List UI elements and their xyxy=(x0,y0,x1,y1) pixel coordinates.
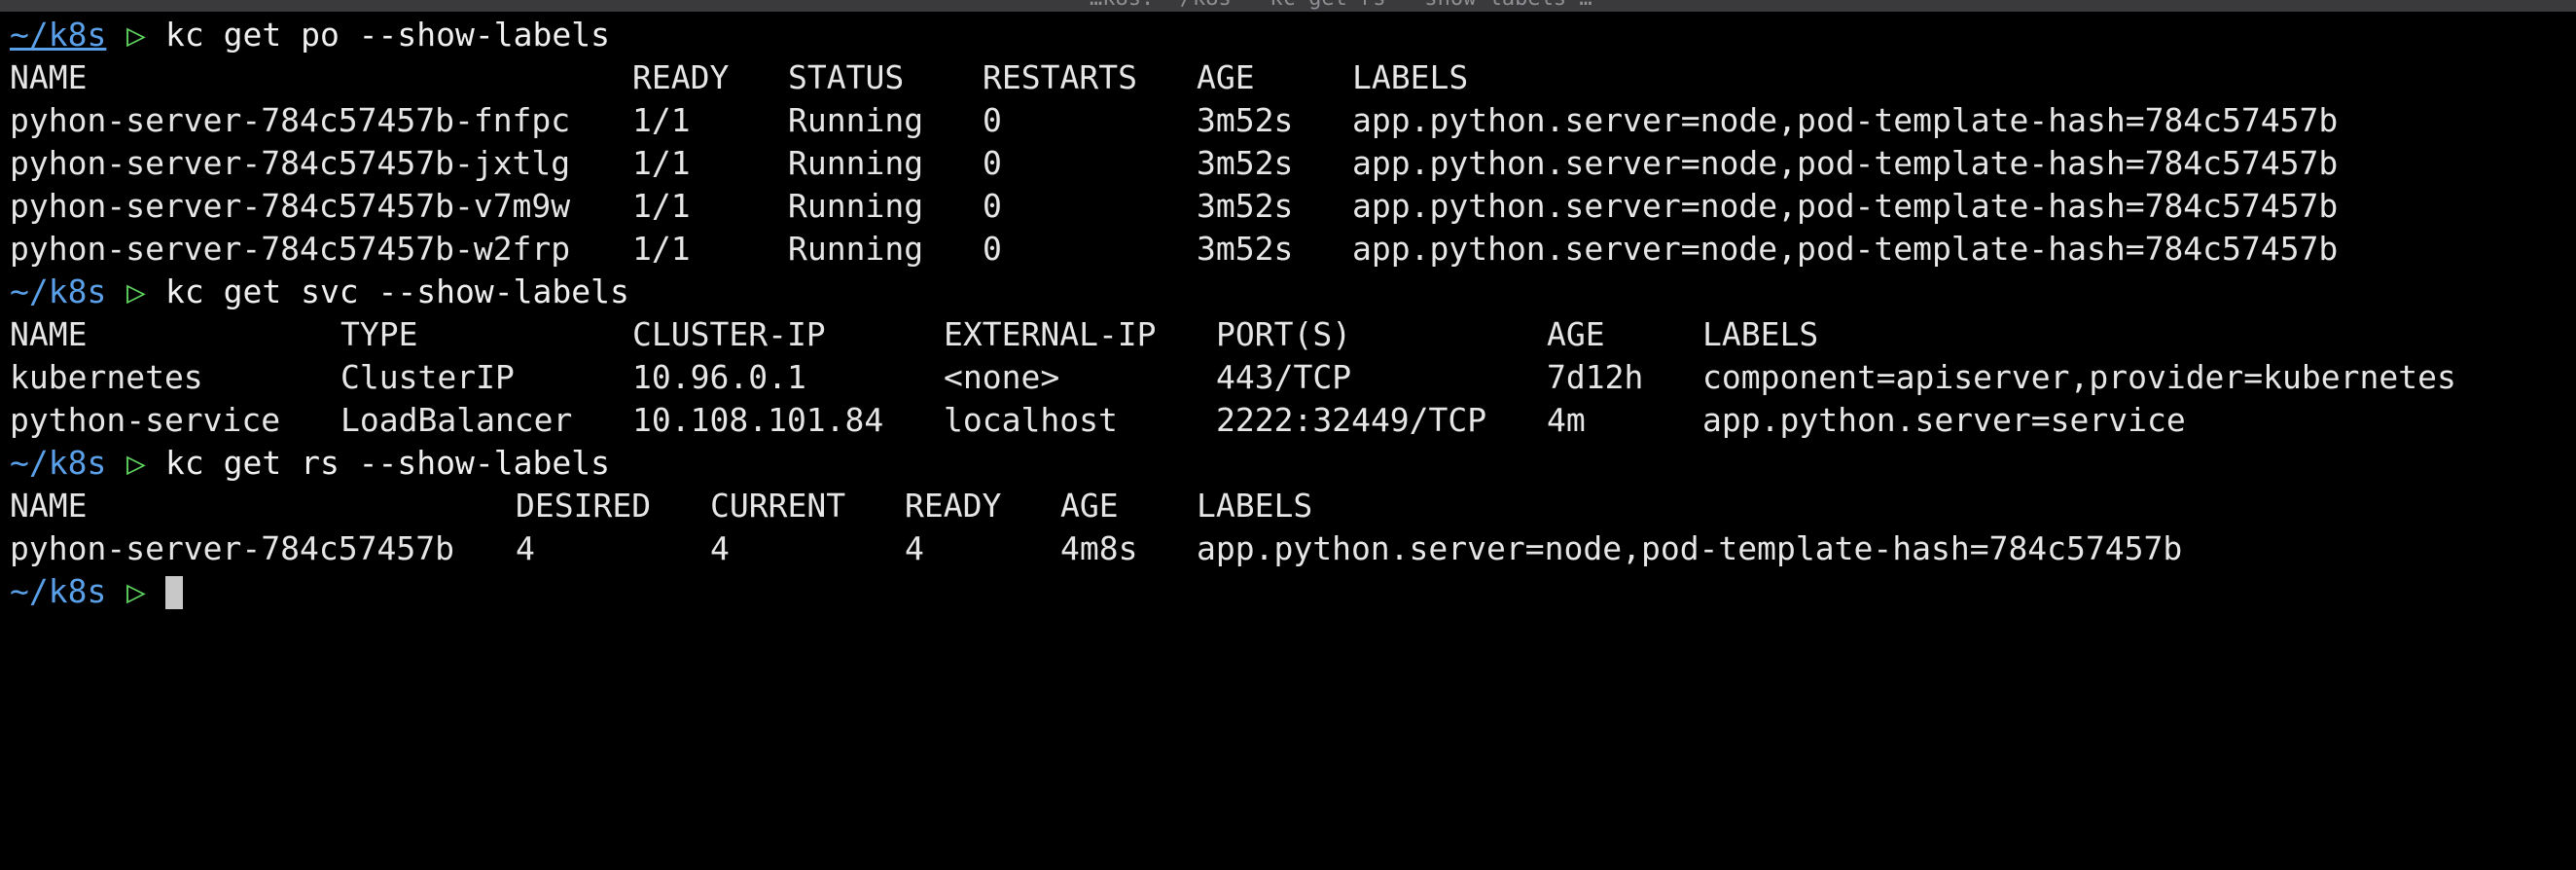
svc-col-type: TYPE xyxy=(340,315,418,353)
command-text: kc get rs --show-labels xyxy=(165,444,610,482)
terminal-output[interactable]: ~/k8s ▷ kc get po --show-labels NAME REA… xyxy=(0,14,2576,677)
svc-name: kubernetes xyxy=(10,358,203,396)
pods-col-labels: LABELS xyxy=(1352,58,1469,96)
pod-ready: 1/1 xyxy=(632,187,691,225)
command-text: kc get po --show-labels xyxy=(165,16,610,54)
pod-age: 3m52s xyxy=(1197,187,1294,225)
rs-age: 4m8s xyxy=(1060,529,1138,567)
pod-restarts: 0 xyxy=(983,144,1002,182)
pod-name: pyhon-server-784c57457b-fnfpc xyxy=(10,101,571,139)
pod-row: pyhon-server-784c57457b-w2frp 1/1 Runnin… xyxy=(10,228,2338,271)
pod-status: Running xyxy=(788,187,924,225)
pod-age: 3m52s xyxy=(1197,230,1294,268)
rs-current: 4 xyxy=(710,529,730,567)
pod-restarts: 0 xyxy=(983,101,1002,139)
rs-header-row: NAME DESIRED CURRENT READY AGE LABELS xyxy=(10,485,1312,527)
svc-labels: app.python.server=service xyxy=(1702,401,2186,439)
rs-col-ready: READY xyxy=(905,487,1002,525)
rs-col-name: NAME xyxy=(10,487,88,525)
svc-col-labels: LABELS xyxy=(1702,315,1819,353)
rs-name: pyhon-server-784c57457b xyxy=(10,529,454,567)
rs-col-labels: LABELS xyxy=(1197,487,1313,525)
pods-col-restarts: RESTARTS xyxy=(983,58,1137,96)
pod-status: Running xyxy=(788,230,924,268)
pods-col-ready: READY xyxy=(632,58,730,96)
pod-labels: app.python.server=node,pod-template-hash… xyxy=(1352,187,2339,225)
svc-row: kubernetes ClusterIP 10.96.0.1 <none> 44… xyxy=(10,356,2456,399)
svc-external-ip: <none> xyxy=(944,358,1060,396)
prompt-cwd: ~/k8s xyxy=(10,572,107,610)
pod-labels: app.python.server=node,pod-template-hash… xyxy=(1352,144,2339,182)
svc-header-row: NAME TYPE CLUSTER-IP EXTERNAL-IP PORT(S)… xyxy=(10,313,1818,356)
pod-name: pyhon-server-784c57457b-v7m9w xyxy=(10,187,571,225)
pod-row: pyhon-server-784c57457b-fnfpc 1/1 Runnin… xyxy=(10,99,2338,142)
svc-cluster-ip: 10.96.0.1 xyxy=(632,358,806,396)
pod-row: pyhon-server-784c57457b-v7m9w 1/1 Runnin… xyxy=(10,185,2338,228)
prompt-line: ~/k8s ▷ kc get svc --show-labels xyxy=(10,271,629,313)
svc-labels: component=apiserver,provider=kubernetes xyxy=(1702,358,2456,396)
command-text: kc get svc --show-labels xyxy=(165,272,629,310)
pod-name: pyhon-server-784c57457b-jxtlg xyxy=(10,144,571,182)
text-cursor[interactable] xyxy=(165,576,183,609)
pod-age: 3m52s xyxy=(1197,144,1294,182)
svc-col-age: AGE xyxy=(1547,315,1605,353)
svc-ports: 2222:32449/TCP xyxy=(1216,401,1487,439)
prompt-line: ~/k8s ▷ kc get rs --show-labels xyxy=(10,442,610,485)
pod-status: Running xyxy=(788,144,924,182)
pods-header-row: NAME READY STATUS RESTARTS AGE LABELS xyxy=(10,56,1468,99)
prompt-arrow-icon: ▷ xyxy=(126,272,146,310)
pod-restarts: 0 xyxy=(983,187,1002,225)
window-title: …k8s: ~/k8s — kc get rs --show-labels … xyxy=(1090,0,1673,10)
prompt-cwd: ~/k8s xyxy=(10,444,107,482)
pod-ready: 1/1 xyxy=(632,101,691,139)
pod-ready: 1/1 xyxy=(632,230,691,268)
svc-ports: 443/TCP xyxy=(1216,358,1352,396)
pod-restarts: 0 xyxy=(983,230,1002,268)
pods-col-status: STATUS xyxy=(788,58,905,96)
pods-col-age: AGE xyxy=(1197,58,1255,96)
svc-cluster-ip: 10.108.101.84 xyxy=(632,401,884,439)
rs-ready: 4 xyxy=(905,529,924,567)
active-prompt-line[interactable]: ~/k8s ▷ xyxy=(10,570,183,613)
pod-name: pyhon-server-784c57457b-w2frp xyxy=(10,230,571,268)
rs-col-desired: DESIRED xyxy=(516,487,652,525)
pod-labels: app.python.server=node,pod-template-hash… xyxy=(1352,101,2339,139)
svc-name: python-service xyxy=(10,401,281,439)
svc-col-external-ip: EXTERNAL-IP xyxy=(944,315,1157,353)
svc-col-name: NAME xyxy=(10,315,88,353)
pod-status: Running xyxy=(788,101,924,139)
pod-labels: app.python.server=node,pod-template-hash… xyxy=(1352,230,2339,268)
prompt-cwd: ~/k8s xyxy=(10,272,107,310)
svc-row: python-service LoadBalancer 10.108.101.8… xyxy=(10,399,2186,442)
prompt-arrow-icon: ▷ xyxy=(126,16,146,54)
svc-external-ip: localhost xyxy=(944,401,1118,439)
svc-col-cluster-ip: CLUSTER-IP xyxy=(632,315,826,353)
pod-age: 3m52s xyxy=(1197,101,1294,139)
svc-age: 4m xyxy=(1547,401,1586,439)
pod-row: pyhon-server-784c57457b-jxtlg 1/1 Runnin… xyxy=(10,142,2338,185)
prompt-arrow-icon: ▷ xyxy=(126,572,146,610)
rs-desired: 4 xyxy=(516,529,535,567)
rs-col-current: CURRENT xyxy=(710,487,846,525)
svc-col-ports: PORT(S) xyxy=(1216,315,1352,353)
rs-col-age: AGE xyxy=(1060,487,1119,525)
window-titlebar: …k8s: ~/k8s — kc get rs --show-labels … xyxy=(0,0,2576,12)
rs-row: pyhon-server-784c57457b 4 4 4 4m8s app.p… xyxy=(10,527,2182,570)
prompt-arrow-icon: ▷ xyxy=(126,444,146,482)
rs-labels: app.python.server=node,pod-template-hash… xyxy=(1197,529,2183,567)
prompt-cwd: ~/k8s xyxy=(10,16,107,54)
pods-col-name: NAME xyxy=(10,58,88,96)
pod-ready: 1/1 xyxy=(632,144,691,182)
svc-type: LoadBalancer xyxy=(340,401,573,439)
svc-age: 7d12h xyxy=(1547,358,1644,396)
prompt-line: ~/k8s ▷ kc get po --show-labels xyxy=(10,14,610,56)
svc-type: ClusterIP xyxy=(340,358,515,396)
